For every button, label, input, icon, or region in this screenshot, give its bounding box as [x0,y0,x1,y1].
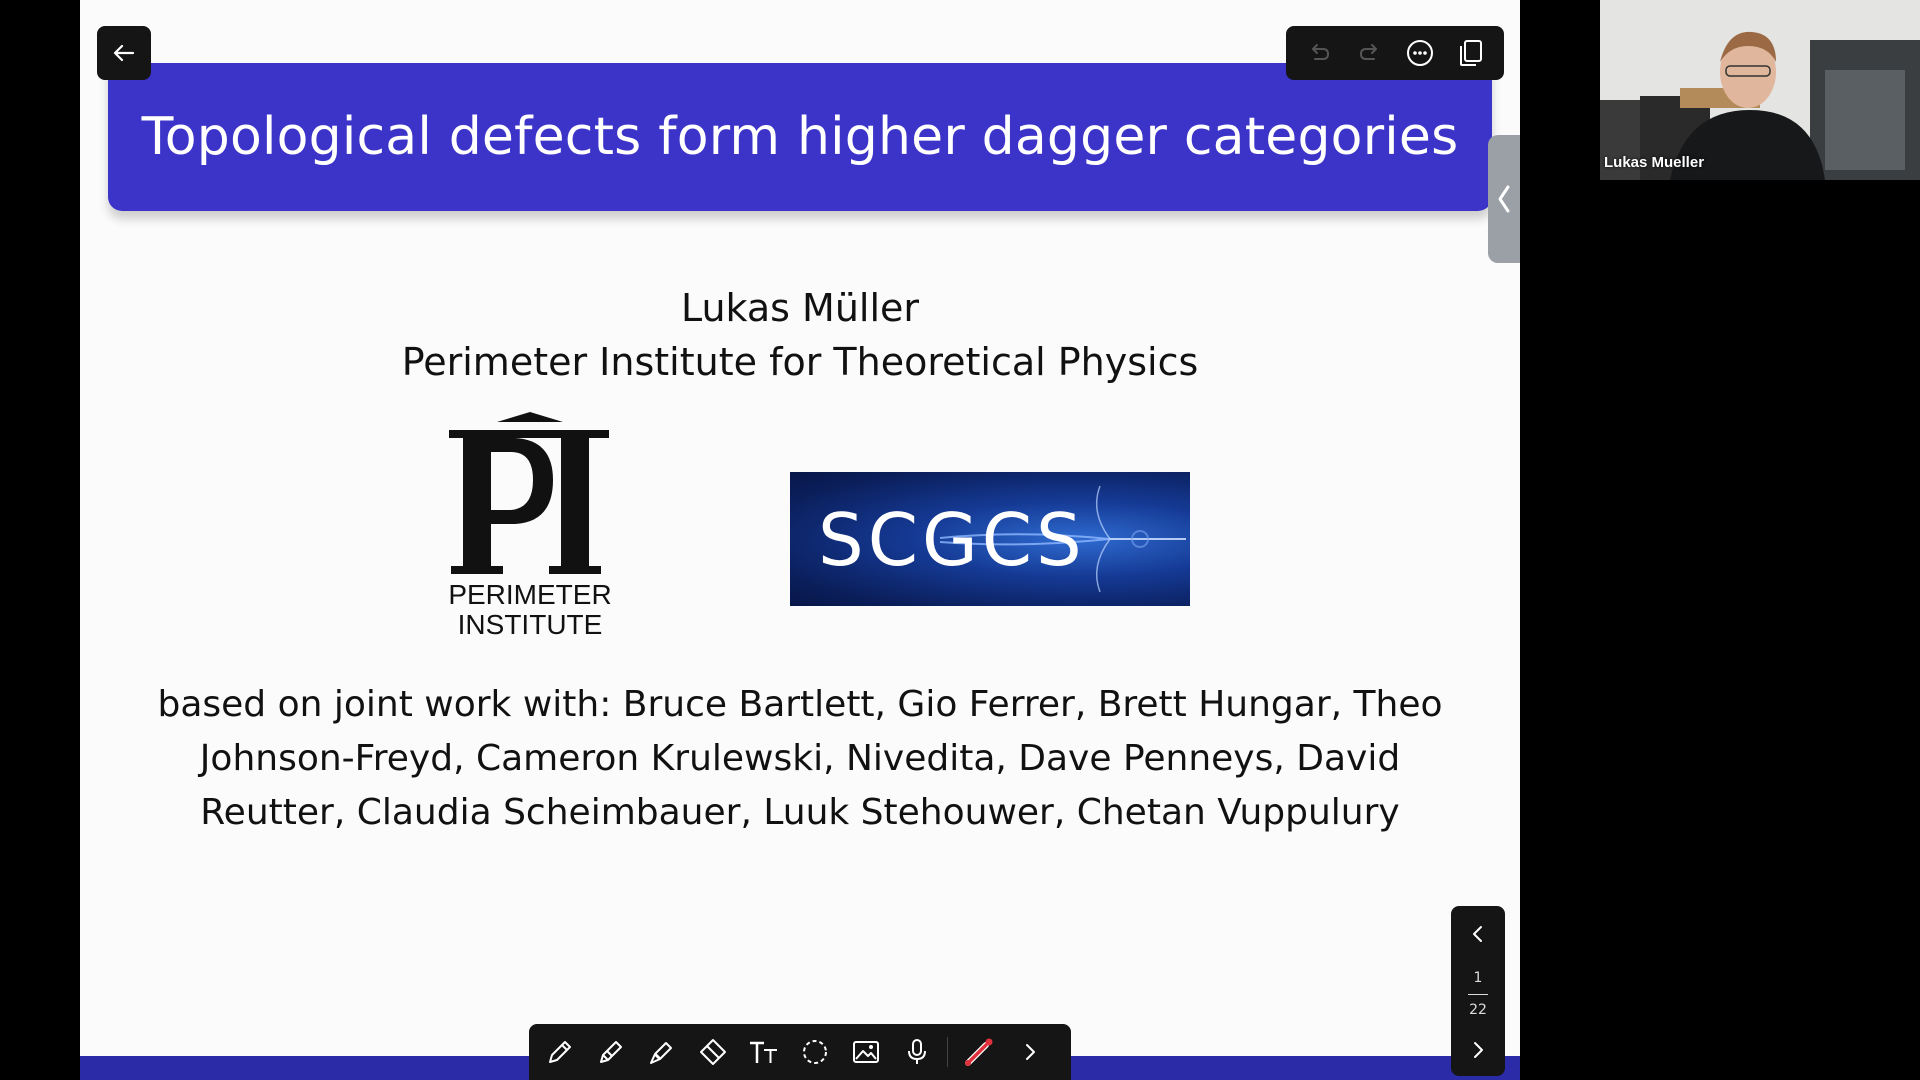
sqgcs-logo-text: SCGCS [818,498,1086,582]
toolbar-separator [947,1037,948,1067]
drawing-toolbar [529,1024,1071,1080]
pi-logo-icon [449,412,609,574]
pages-button[interactable] [1453,35,1489,71]
page-navigator: 1 22 [1451,906,1505,1076]
laser-pointer-tool[interactable] [958,1032,999,1072]
next-page-button[interactable] [1464,1036,1492,1064]
text-icon [749,1041,777,1063]
pencil-tool[interactable] [590,1032,631,1072]
slide-title: Topological defects form higher dagger c… [141,107,1459,167]
participant-name-label: Lukas Mueller [1604,154,1705,171]
sqgcs-logo: SCGCS [790,472,1190,606]
pencil-icon [599,1041,622,1063]
side-panel-toggle[interactable] [1488,135,1520,263]
pi-caption-line2: INSTITUTE [457,609,603,640]
eraser-icon [699,1039,726,1065]
previous-page-button[interactable] [1464,920,1492,948]
page-separator [1468,994,1488,995]
total-pages-number: 22 [1469,1002,1487,1018]
microphone-icon [907,1039,926,1064]
author-name: Lukas Müller [680,286,920,330]
participant-video[interactable]: Lukas Mueller [1600,0,1920,180]
undo-button[interactable] [1301,35,1337,71]
expand-toolbar-button[interactable] [1009,1032,1050,1072]
perimeter-institute-logo: PERIMETER INSTITUTE [445,410,615,645]
image-icon [852,1041,879,1063]
slide-title-bar: Topological defects form higher dagger c… [108,63,1492,211]
laser-pointer-icon [964,1038,992,1066]
image-tool[interactable] [845,1032,886,1072]
lasso-icon [802,1040,827,1064]
chevron-right-icon [1025,1044,1035,1060]
marker-icon [649,1042,672,1064]
copy-pages-icon [1459,40,1482,66]
audio-record-tool[interactable] [896,1032,937,1072]
slide-canvas[interactable]: Topological defects form higher dagger c… [80,0,1520,1080]
more-options-button[interactable] [1402,35,1438,71]
author-affiliation: Perimeter Institute for Theoretical Phys… [401,340,1199,384]
pi-caption-line1: PERIMETER [448,579,612,610]
participant-video-frame [1600,0,1920,180]
eraser-tool[interactable] [692,1032,733,1072]
highlighter-tool[interactable] [641,1032,682,1072]
back-button[interactable] [97,26,151,80]
redo-button[interactable] [1352,35,1388,71]
undo-icon [1312,44,1330,60]
chevron-left-icon [1498,185,1510,213]
text-tool[interactable] [743,1032,784,1072]
joint-work-text: based on joint work with: Bruce Bartlett… [157,684,1443,833]
redo-icon [1359,44,1377,60]
current-page-number: 1 [1473,970,1483,986]
more-icon [1407,40,1434,66]
pen-tool[interactable] [539,1032,580,1072]
arrow-left-icon [113,44,135,62]
top-toolbar [1286,26,1504,80]
pen-icon [548,1041,571,1063]
lasso-tool[interactable] [794,1032,835,1072]
